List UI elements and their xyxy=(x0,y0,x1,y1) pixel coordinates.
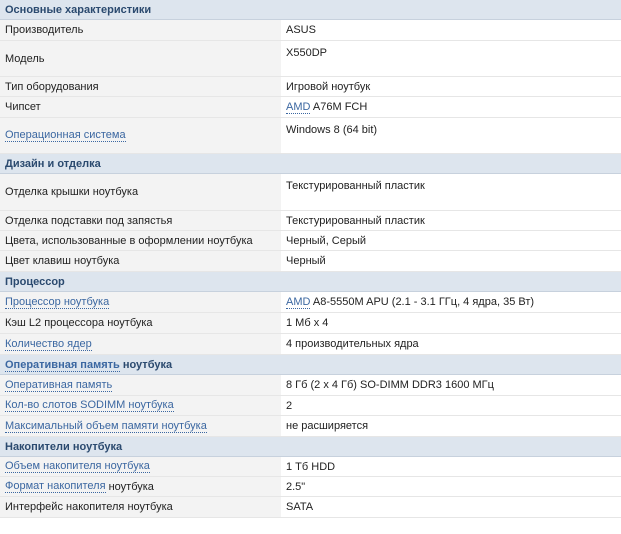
table-row: Количество ядер 4 производительных ядра xyxy=(0,334,621,355)
ram-title-link[interactable]: Оперативная память xyxy=(5,359,120,372)
spec-label: Формат накопителя ноутбука xyxy=(0,477,281,496)
table-row: Объем накопителя ноутбука 1 Тб HDD xyxy=(0,457,621,477)
table-row: Процессор ноутбука AMD A8-5550M APU (2.1… xyxy=(0,292,621,313)
spec-value: 8 Гб (2 x 4 Гб) SO-DIMM DDR3 1600 МГц xyxy=(281,375,621,395)
spec-value: Черный, Серый xyxy=(281,231,621,250)
table-row: Оперативная память 8 Гб (2 x 4 Гб) SO-DI… xyxy=(0,375,621,396)
spec-label: Отделка крышки ноутбука xyxy=(5,186,139,198)
spec-label: Процессор ноутбука xyxy=(0,292,281,312)
amd-brand-link[interactable]: AMD xyxy=(286,296,311,309)
spec-value: 2 xyxy=(281,396,621,415)
table-row: Модель X550DP xyxy=(0,41,621,77)
spec-value: X550DP xyxy=(281,41,621,76)
section-header-ram: Оперативная память ноутбука xyxy=(0,355,621,375)
os-help-link[interactable]: Операционная система xyxy=(5,129,126,142)
spec-value: не расширяется xyxy=(281,416,621,436)
spec-label: Отделка подставки под запястья xyxy=(5,214,173,227)
spec-value: Черный xyxy=(281,251,621,271)
spec-label: Цвета, использованные в оформлении ноутб… xyxy=(5,234,253,247)
slots-help-link[interactable]: Кол-во слотов SODIMM ноутбука xyxy=(5,399,174,412)
table-row: Чипсет AMD A76M FCH xyxy=(0,97,621,118)
section-header-design: Дизайн и отделка xyxy=(0,154,621,174)
spec-label: Количество ядер xyxy=(0,334,281,354)
spec-value: AMD A76M FCH xyxy=(281,97,621,117)
spec-label: Тип оборудования xyxy=(5,80,99,93)
spec-value: 4 производительных ядра xyxy=(281,334,621,354)
spec-value: Текстурированный пластик xyxy=(281,174,621,210)
spec-value: 2.5" xyxy=(281,477,621,496)
table-row: Отделка подставки под запястья Текстурир… xyxy=(0,211,621,231)
ram-help-link[interactable]: Оперативная память xyxy=(5,379,113,392)
spec-table: Основные характеристики Производитель AS… xyxy=(0,0,621,518)
spec-value: SATA xyxy=(281,497,621,517)
spec-label: Кэш L2 процессора ноутбука xyxy=(5,317,153,329)
storage-format-help-link[interactable]: Формат накопителя xyxy=(5,480,106,493)
table-row: Кэш L2 процессора ноутбука 1 Мб x 4 xyxy=(0,313,621,334)
spec-value: Windows 8 (64 bit) xyxy=(281,118,621,153)
section-header-storage: Накопители ноутбука xyxy=(0,437,621,457)
table-row: Интерфейс накопителя ноутбука SATA xyxy=(0,497,621,518)
section-header-cpu: Процессор xyxy=(0,272,621,292)
spec-value: 1 Мб x 4 xyxy=(281,313,621,333)
max-ram-help-link[interactable]: Максимальный объем памяти ноутбука xyxy=(5,420,207,433)
table-row: Кол-во слотов SODIMM ноутбука 2 xyxy=(0,396,621,416)
spec-label: Максимальный объем памяти ноутбука xyxy=(0,416,281,436)
ram-title-rest: ноутбука xyxy=(119,359,173,371)
table-row: Отделка крышки ноутбука Текстурированный… xyxy=(0,174,621,211)
cpu-help-link[interactable]: Процессор ноутбука xyxy=(5,296,110,309)
table-row: Цвет клавиш ноутбука Черный xyxy=(0,251,621,272)
spec-label: Оперативная память xyxy=(0,375,281,395)
storage-volume-help-link[interactable]: Объем накопителя ноутбука xyxy=(5,460,150,473)
spec-label: Интерфейс накопителя ноутбука xyxy=(5,501,173,513)
cores-help-link[interactable]: Количество ядер xyxy=(5,338,92,351)
table-row: Операционная система Windows 8 (64 bit) xyxy=(0,118,621,154)
table-row: Формат накопителя ноутбука 2.5" xyxy=(0,477,621,497)
spec-label: Модель xyxy=(5,52,45,65)
spec-label: Операционная система xyxy=(0,118,281,153)
spec-label: Объем накопителя ноутбука xyxy=(0,457,281,476)
spec-value: 1 Тб HDD xyxy=(281,457,621,476)
table-row: Максимальный объем памяти ноутбука не ра… xyxy=(0,416,621,437)
spec-value: AMD A8-5550M APU (2.1 - 3.1 ГГц, 4 ядра,… xyxy=(281,292,621,312)
section-header-main: Основные характеристики xyxy=(0,0,621,20)
spec-label: Цвет клавиш ноутбука xyxy=(5,255,120,267)
table-row: Тип оборудования Игровой ноутбук xyxy=(0,77,621,97)
storage-format-label-rest: ноутбука xyxy=(105,480,154,493)
spec-label: Производитель xyxy=(5,24,84,36)
table-row: Производитель ASUS xyxy=(0,20,621,41)
spec-label: Кол-во слотов SODIMM ноутбука xyxy=(0,396,281,415)
spec-label: Чипсет xyxy=(5,101,41,113)
table-row: Цвета, использованные в оформлении ноутб… xyxy=(0,231,621,251)
chipset-model: A76M FCH xyxy=(310,101,368,113)
spec-value: Текстурированный пластик xyxy=(281,211,621,230)
spec-value: ASUS xyxy=(281,20,621,40)
spec-value: Игровой ноутбук xyxy=(281,77,621,96)
cpu-model: A8-5550M APU (2.1 - 3.1 ГГц, 4 ядра, 35 … xyxy=(310,296,535,308)
amd-brand-link[interactable]: AMD xyxy=(286,101,311,114)
